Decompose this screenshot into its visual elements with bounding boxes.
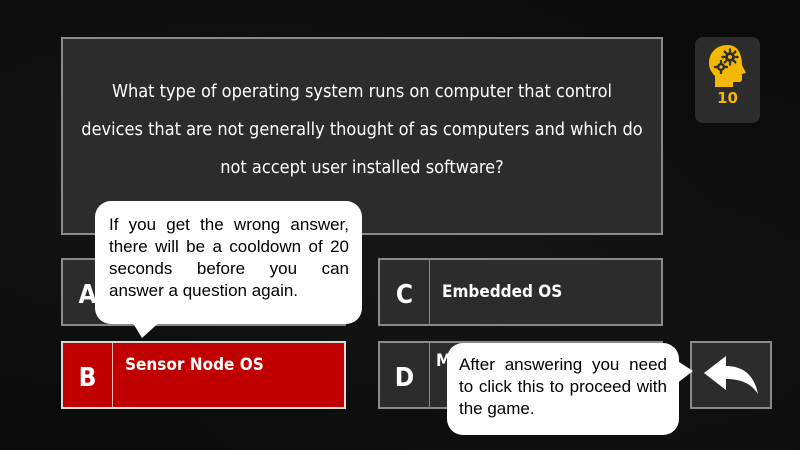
proceed-button[interactable] xyxy=(690,341,772,409)
wrong-answer-tooltip-text: If you get the wrong answer, there will … xyxy=(109,215,349,300)
answer-b[interactable]: B Sensor Node OS xyxy=(61,341,346,409)
answer-b-letter: B xyxy=(63,343,113,407)
proceed-tooltip: After answering you need to click this t… xyxy=(447,343,679,435)
proceed-tooltip-text: After answering you need to click this t… xyxy=(459,355,667,418)
score-value: 10 xyxy=(717,89,738,107)
question-text: What type of operating system runs on co… xyxy=(81,81,643,178)
reply-arrow-icon xyxy=(704,356,758,394)
answer-c-label: Embedded OS xyxy=(442,282,563,302)
score-badge: 10 xyxy=(695,37,760,123)
answer-d-letter: D xyxy=(380,343,430,407)
brain-gears-icon xyxy=(708,45,746,87)
answer-b-label: Sensor Node OS xyxy=(125,355,264,375)
wrong-answer-tooltip: If you get the wrong answer, there will … xyxy=(95,201,362,324)
answer-c-letter: C xyxy=(380,260,430,324)
answer-c[interactable]: C Embedded OS xyxy=(378,258,663,326)
